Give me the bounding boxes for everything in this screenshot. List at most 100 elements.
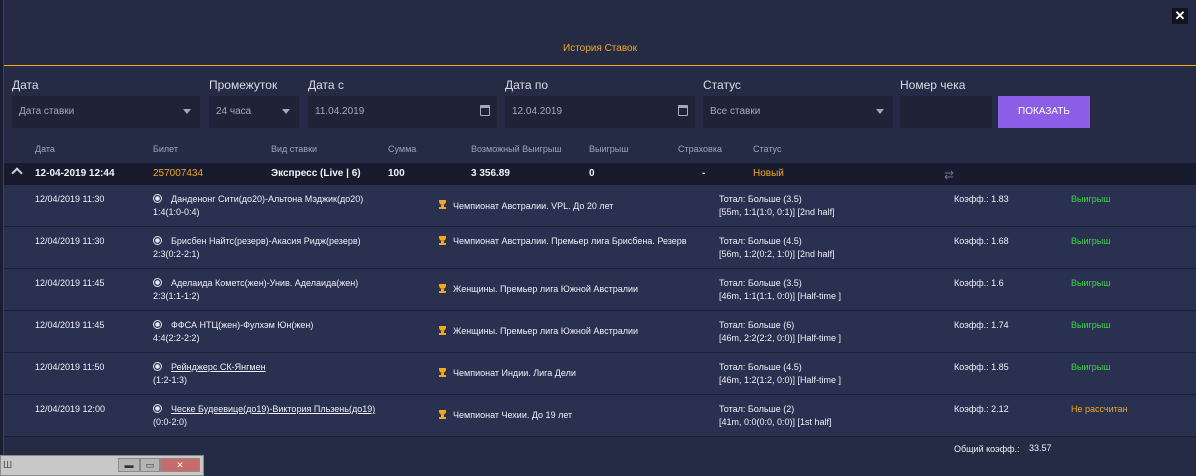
col-bet-type: Вид ставки: [271, 144, 318, 154]
show-button[interactable]: ПОКАЗАТЬ: [998, 96, 1090, 128]
event-time: 12/04/2019 12:00: [35, 404, 106, 414]
window-close-button[interactable]: ✕: [160, 458, 200, 472]
event-score: (1:2-1:3): [153, 375, 188, 385]
event-status: Выигрыш: [1071, 236, 1111, 246]
calendar-icon[interactable]: [678, 105, 688, 116]
event-score: 4:4(2:2-2:2): [153, 333, 200, 343]
event-score: (0:0-2:0): [153, 417, 188, 427]
chevron-down-icon: [876, 109, 884, 114]
event-coef: Коэфф.: 1.74: [954, 320, 1009, 330]
soccer-ball-icon: [153, 362, 162, 371]
date-type-label: Дата: [12, 78, 39, 92]
table-row: 12/04/2019 11:30 Данденонг Сити(до20)-Ал…: [4, 185, 1196, 227]
soccer-ball-icon: [153, 278, 162, 287]
event-match: Аделаида Кометс(жен)-Унив. Аделаида(жен): [171, 278, 359, 288]
event-total-info: [46m, 1:2(1:2, 0:0)] [Half-time ]: [719, 375, 842, 385]
event-score: 2:3(0:2-2:1): [153, 249, 200, 259]
event-match-link[interactable]: Ческе Будеевице(до19)-Виктория Пльзень(д…: [171, 404, 375, 414]
event-total-info: [56m, 1:2(0:2, 1:0)] [2nd half]: [719, 249, 835, 259]
minimized-window-bar[interactable]: Ш ▬ ▭ ✕: [0, 455, 204, 476]
col-possible-win: Возможный Выигрыш: [471, 144, 562, 154]
period-label: Промежуток: [209, 78, 278, 92]
event-status: Выигрыш: [1071, 362, 1111, 372]
ticket-row[interactable]: 12-04-2019 12:44 257007434 Экспресс (Liv…: [4, 163, 1196, 185]
date-from-input[interactable]: 11.04.2019: [308, 96, 497, 128]
event-coef: Коэфф.: 1.68: [954, 236, 1009, 246]
calendar-icon[interactable]: [480, 105, 490, 116]
event-total: Тотал: Больше (4.5): [719, 362, 802, 372]
table-row: 12/04/2019 11:30 Брисбен Найтс(резерв)-А…: [4, 227, 1196, 269]
bet-history-modal: ✕ История Ставок Дата Дата ставки Промеж…: [3, 0, 1196, 476]
soccer-ball-icon: [153, 236, 162, 245]
event-league: Чемпионат Индии. Лига Дели: [453, 368, 576, 378]
table-row: 12/04/2019 12:00 Ческе Будеевице(до19)-В…: [4, 395, 1196, 437]
ticket-date: 12-04-2019 12:44: [35, 168, 115, 179]
status-filter-value: Все ставки: [710, 106, 761, 117]
period-value: 24 часа: [216, 106, 252, 117]
trophy-icon: [438, 410, 447, 419]
event-total-info: [41m, 0:0(0:0, 0:0)] [1st half]: [719, 417, 832, 427]
events-list: 12/04/2019 11:30 Данденонг Сити(до20)-Ал…: [4, 185, 1196, 437]
event-time: 12/04/2019 11:45: [35, 320, 105, 330]
minimize-button[interactable]: ▬: [118, 458, 140, 472]
event-time: 12/04/2019 11:50: [35, 362, 105, 372]
status-filter-select[interactable]: Все ставки: [703, 96, 893, 128]
col-amount: Сумма: [388, 144, 417, 154]
receipt-number-input[interactable]: [900, 96, 992, 128]
table-row: 12/04/2019 11:50 Рейнджерс СК-Янгмен (1:…: [4, 353, 1196, 395]
soccer-ball-icon: [153, 404, 162, 413]
event-score: 1:4(1:0-0:4): [153, 207, 200, 217]
ticket-status: Новый: [753, 168, 784, 179]
ticket-win: 0: [589, 168, 595, 179]
receipt-number-label: Номер чека: [900, 78, 966, 92]
trophy-icon: [438, 368, 447, 377]
event-score: 2:3(1:1-1:2): [153, 291, 200, 301]
period-select[interactable]: 24 часа: [209, 96, 299, 128]
maximize-button[interactable]: ▭: [140, 458, 160, 472]
event-match-link[interactable]: Рейнджерс СК-Янгмен: [171, 362, 266, 372]
event-coef: Коэфф.: 1.6: [954, 278, 1004, 288]
repeat-icon[interactable]: ⇄: [944, 168, 954, 182]
event-match: Данденонг Сити(до20)-Альтона Мэджик(до20…: [171, 194, 364, 204]
window-controls: ▬ ▭ ✕: [118, 458, 200, 472]
event-league: Чемпионат Австралии. VPL. До 20 лет: [453, 201, 614, 211]
ticket-insurance: -: [702, 168, 706, 179]
col-ticket: Билет: [153, 144, 179, 154]
event-league: Чемпионат Австралии. Премьер лига Брисбе…: [453, 236, 687, 246]
ticket-possible-win: 3 356.89: [471, 168, 510, 179]
col-status: Статус: [753, 144, 782, 154]
event-total: Тотал: Больше (4.5): [719, 236, 802, 246]
date-to-value: 12.04.2019: [512, 106, 563, 117]
event-time: 12/04/2019 11:30: [35, 236, 105, 246]
chevron-up-icon[interactable]: [11, 167, 23, 179]
soccer-ball-icon: [153, 194, 162, 203]
event-time: 12/04/2019 11:30: [35, 194, 105, 204]
chevron-down-icon: [183, 109, 191, 114]
trophy-icon: [438, 200, 447, 209]
table-row: 12/04/2019 11:45 Аделаида Кометс(жен)-Ун…: [4, 269, 1196, 311]
table-header: Дата Билет Вид ставки Сумма Возможный Вы…: [4, 143, 1196, 163]
event-status: Выигрыш: [1071, 320, 1111, 330]
col-date: Дата: [35, 144, 55, 154]
event-coef: Коэфф.: 1.85: [954, 362, 1009, 372]
ticket-number-link[interactable]: 257007434: [153, 168, 203, 179]
event-total: Тотал: Больше (3.5): [719, 278, 802, 288]
event-league: Чемпионат Чехии. До 19 лет: [453, 410, 573, 420]
filter-bar: Дата Дата ставки Промежуток 24 часа Дата…: [4, 76, 1196, 130]
ticket-amount: 100: [388, 168, 405, 179]
ticket-bet-type: Экспресс (Live | 6): [271, 168, 361, 179]
page-title: История Ставок: [4, 0, 1196, 66]
event-total-info: [55m, 1:1(1:0, 0:1)] [2nd half]: [719, 207, 835, 217]
event-coef: Коэфф.: 1.83: [954, 194, 1009, 204]
event-total-info: [46m, 2:2(2:2, 0:0)] [Half-time ]: [719, 333, 842, 343]
date-to-input[interactable]: 12.04.2019: [505, 96, 695, 128]
col-win: Выигрыш: [589, 144, 629, 154]
event-total-info: [46m, 1:1(1:1, 0:0)] [Half-time ]: [719, 291, 842, 301]
col-insurance: Страховка: [678, 144, 722, 154]
event-total: Тотал: Больше (2): [719, 404, 795, 414]
date-type-select[interactable]: Дата ставки: [12, 96, 200, 128]
table-row: 12/04/2019 11:45 ФФСА НТЦ(жен)-Фулхэм Юн…: [4, 311, 1196, 353]
event-time: 12/04/2019 11:45: [35, 278, 105, 288]
trophy-icon: [438, 236, 447, 245]
event-match: Брисбен Найтс(резерв)-Акасия Ридж(резерв…: [171, 236, 361, 246]
